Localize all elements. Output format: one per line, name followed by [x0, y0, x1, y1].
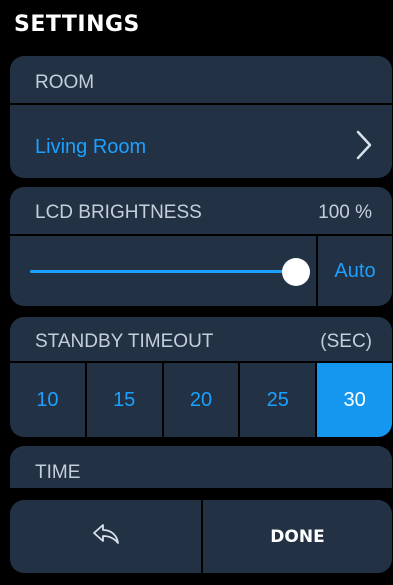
divider — [10, 103, 392, 105]
brightness-label: LCD BRIGHTNESS — [35, 202, 202, 223]
standby-option[interactable]: 30 — [315, 363, 392, 437]
time-label: TIME — [35, 462, 81, 483]
auto-brightness-button[interactable]: Auto — [318, 236, 392, 306]
standby-option[interactable]: 20 — [161, 363, 239, 437]
time-card[interactable]: TIME — [10, 446, 392, 488]
done-button[interactable]: DONE — [203, 500, 392, 573]
brightness-value: 100 % — [318, 202, 372, 223]
standby-unit: (SEC) — [320, 331, 372, 352]
chevron-right-icon[interactable] — [356, 130, 372, 165]
slider-thumb[interactable] — [282, 258, 310, 286]
room-card[interactable]: ROOM Living Room — [10, 56, 392, 178]
room-label: ROOM — [35, 72, 95, 93]
standby-option[interactable]: 15 — [84, 363, 162, 437]
standby-label: STANDBY TIMEOUT — [35, 331, 214, 352]
room-value[interactable]: Living Room — [35, 136, 146, 159]
standby-options: 10 15 20 25 30 — [10, 363, 392, 437]
standby-option[interactable]: 10 — [10, 363, 85, 437]
brightness-slider[interactable] — [10, 236, 316, 306]
standby-option[interactable]: 25 — [238, 363, 315, 437]
back-button[interactable] — [10, 500, 201, 573]
footer-bar: DONE — [10, 500, 392, 573]
brightness-card: LCD BRIGHTNESS 100 % Auto — [10, 187, 392, 306]
standby-card: STANDBY TIMEOUT (SEC) 10 15 20 25 30 — [10, 317, 392, 437]
page-title: SETTINGS — [14, 12, 140, 37]
slider-track[interactable] — [30, 270, 296, 273]
back-arrow-icon — [91, 522, 121, 551]
